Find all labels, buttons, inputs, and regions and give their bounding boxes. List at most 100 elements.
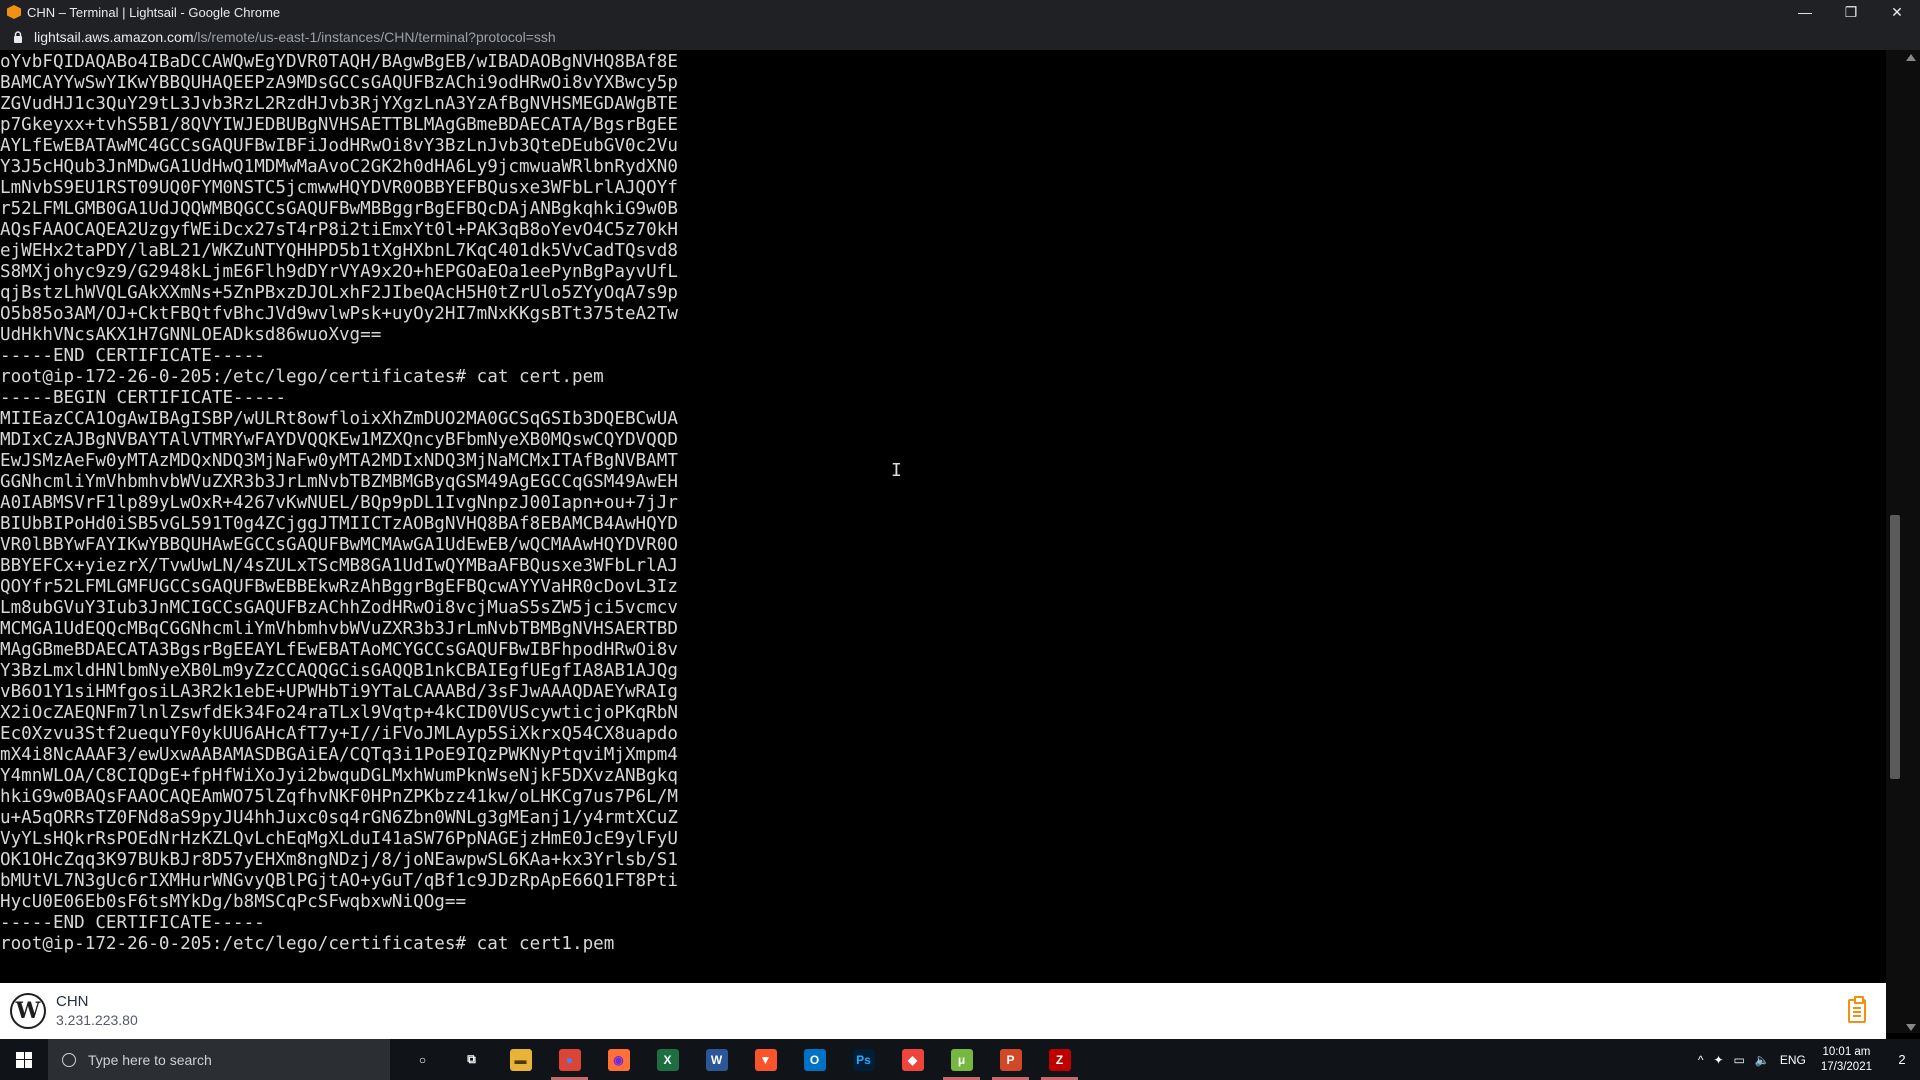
powerpoint-icon: P <box>999 1048 1022 1071</box>
taskbar-app-excel[interactable]: X <box>643 1039 692 1080</box>
terminal-line: hkiG9w0BAQsFAAOCAQEAmWO75lZqfhvNKF0HPnZP… <box>0 787 678 807</box>
terminal-line: BAMCAYYwSwYIKwYBBQUHAQEEPzA9MDsGCCsGAQUF… <box>0 73 678 93</box>
terminal-line: MDIxCzAJBgNVBAYTAlVTMRYwFAYDVQQKEw1MZXQn… <box>0 430 678 450</box>
instance-name: CHN <box>56 993 89 1010</box>
maximize-button[interactable]: ❐ <box>1828 0 1874 24</box>
scrollbar-thumb[interactable] <box>1890 515 1900 779</box>
taskbar: Type here to search ○ ⧉ ▬ ● ◉ X W ▼ O Ps ◆ μ P Z ^ ✦ … <box>0 1039 1920 1080</box>
terminal-line: oYvbFQIDAQABo4IBaDCCAWQwEgYDVR0TAQH/BAgw… <box>0 52 678 72</box>
terminal-line: GGNhcmliYmVhbmhvbWVuZXR3b3JrLmNvbTBZMBMG… <box>0 472 678 492</box>
language-indicator[interactable]: ENG <box>1780 1053 1806 1067</box>
terminal-line: mX4i8NcAAAF3/ewUxwAABAMASDBGAiEA/CQTq3i1… <box>0 745 678 765</box>
volume-icon[interactable]: 🔈 <box>1755 1053 1770 1067</box>
terminal-line: EwJSMzAeFw0yMTAzMDQxNDQ3MjNaFw0yMTA2MDIx… <box>0 451 678 471</box>
notification-count: 2 <box>1898 1052 1906 1067</box>
taskbar-app-brave[interactable]: ▼ <box>741 1039 790 1080</box>
terminal-line: AYLfEwEBATAwMC4GCCsGAQUFBwIBFiJodHRwOi8v… <box>0 136 678 156</box>
excel-icon: X <box>656 1048 679 1071</box>
window-controls: — ❐ ✕ <box>1782 0 1920 24</box>
terminal-line: MCMGA1UdEQQcMBqCGGNhcmliYmVhbmhvbWVuZXR3… <box>0 619 678 639</box>
taskbar-app-anydesk[interactable]: ◆ <box>888 1039 937 1080</box>
filezilla-icon: Z <box>1048 1048 1071 1071</box>
terminal-line: vB6O1Y1siHMfgosiLA3R2k1ebE+UPWHbTi9YTaLC… <box>0 682 678 702</box>
taskbar-app-chrome[interactable]: ● <box>545 1039 594 1080</box>
wordpress-icon: W <box>10 993 46 1029</box>
notifications-button[interactable]: 2 <box>1884 1039 1920 1080</box>
lock-icon <box>14 31 22 43</box>
terminal-line: QOYfr52LFMLGMFUGCCsGAQUFBwEBBEkwRzAhBggr… <box>0 577 678 597</box>
terminal-line: Y3J5cHQub3JnMDwGA1UdHwQ1MDMwMaAvoC2GK2h0… <box>0 157 678 177</box>
clock-date: 17/3/2021 <box>1820 1060 1872 1073</box>
taskbar-app-photoshop[interactable]: Ps <box>839 1039 888 1080</box>
dropbox-icon[interactable]: ✦ <box>1713 1053 1723 1067</box>
terminal-line: -----END CERTIFICATE----- <box>0 913 265 933</box>
terminal-line: bMUtVL7N3gUc6rIXMHurWNGvyQBlPGjtAO+yGuT/… <box>0 871 678 891</box>
taskbar-search[interactable]: Type here to search <box>48 1039 390 1080</box>
firefox-icon: ◉ <box>607 1048 630 1071</box>
terminal-line: X2iOcZAEQNFm7lnlZswfdEk34Fo24raTLxl9Vqtp… <box>0 703 678 723</box>
taskbar-app-firefox[interactable]: ◉ <box>594 1039 643 1080</box>
anydesk-icon: ◆ <box>901 1048 924 1071</box>
terminal-line: ZGVudHJ1c3QuY29tL3Jvb3RzL2RzdHJvb3RjYXgz… <box>0 94 678 114</box>
close-button[interactable]: ✕ <box>1874 0 1920 24</box>
taskbar-app-filezilla[interactable]: Z <box>1035 1039 1084 1080</box>
terminal-line: qjBstzLhWVQLGAkXXmNs+5ZnPBxzDJOLxhF2JIbe… <box>0 283 678 303</box>
window-title: CHN – Terminal | Lightsail - Google Chro… <box>27 4 281 20</box>
taskbar-app-word[interactable]: W <box>692 1039 741 1080</box>
outlook-icon: O <box>803 1048 826 1071</box>
terminal-line: AQsFAAOCAQEA2UzgyfWEiDcx27sT4rP8i2tiEmxY… <box>0 220 678 240</box>
start-button[interactable] <box>0 1039 48 1080</box>
terminal-line: LmNvbS9EU1RST09UQ0FYM0NSTC5jcmwwHQYDVR0O… <box>0 178 678 198</box>
instance-ip: 3.231.223.80 <box>56 1012 138 1028</box>
brave-icon: ▼ <box>754 1048 777 1071</box>
terminal-line: Lm8ubGVuY3Iub3JnMCIGCCsGAQUFBzAChhZodHRw… <box>0 598 678 618</box>
clipboard-icon[interactable] <box>1848 996 1866 1023</box>
terminal-line: u+A5qORRsTZ0FNd8aS9pyJU4hhJuxc0sq4rGN6Zb… <box>0 808 678 828</box>
network-icon[interactable]: ▭ <box>1734 1053 1745 1067</box>
taskbar-app-task-view[interactable]: ⧉ <box>447 1039 496 1080</box>
aws-lightsail-icon <box>7 5 21 19</box>
terminal-line: -----BEGIN CERTIFICATE----- <box>0 388 286 408</box>
task-view-icon: ⧉ <box>467 1052 476 1066</box>
window-titlebar: CHN – Terminal | Lightsail - Google Chro… <box>0 0 1920 24</box>
tray-chevron-icon[interactable]: ^ <box>1698 1053 1704 1067</box>
url-path: /ls/remote/us-east-1/instances/CHN/termi… <box>193 29 556 45</box>
terminal-line: r52LFMLGMB0GA1UdJQQWMBQGCCsGAQUFBwMBBggr… <box>0 199 678 219</box>
search-icon <box>62 1052 76 1067</box>
cortana-icon: ○ <box>418 1052 427 1067</box>
terminal-line: Y3BzLmxldHNlbmNyeXB0Lm9yZzCCAQQGCisGAQQB… <box>0 661 678 681</box>
terminal-line: root@ip-172-26-0-205:/etc/lego/certifica… <box>0 934 615 954</box>
taskbar-app-outlook[interactable]: O <box>790 1039 839 1080</box>
terminal-line: O5b85o3AM/OJ+CktFBQtfvBhcJVd9wvlwPsk+uyO… <box>0 304 678 324</box>
photoshop-icon: Ps <box>852 1048 875 1071</box>
terminal-line: MIIEazCCA1OgAwIBAgISBP/wULRt8owfloixXhZm… <box>0 409 678 429</box>
address-bar[interactable]: lightsail.aws.amazon.com/ls/remote/us-ea… <box>0 24 1920 50</box>
terminal-window[interactable]: oYvbFQIDAQABo4IBaDCCAWQwEgYDVR0TAQH/BAgw… <box>0 50 1886 983</box>
terminal-line: Y4mnWLOA/C8CIQDgE+fpHfWiXoJyi2bwquDGLMxh… <box>0 766 678 786</box>
clock[interactable]: 10:01 am 17/3/2021 <box>1821 1045 1872 1075</box>
taskbar-apps: ○ ⧉ ▬ ● ◉ X W ▼ O Ps ◆ μ P Z <box>398 1039 1084 1080</box>
terminal-line: HycU0E06Eb0sF6tsMYkDg/b8MSCqPcSFwqbxwNiQ… <box>0 892 467 912</box>
scroll-up-arrow-icon[interactable] <box>1906 54 1916 61</box>
utorrent-icon: μ <box>950 1048 973 1071</box>
terminal-line: BIUbBIPoHd0iSB5vGL591T0g4ZCjggJTMIICTzAO… <box>0 514 678 534</box>
word-icon: W <box>705 1048 728 1071</box>
minimize-button[interactable]: — <box>1782 0 1828 24</box>
chrome-icon: ● <box>558 1048 581 1071</box>
taskbar-app-cortana[interactable]: ○ <box>398 1039 447 1080</box>
session-bar: W CHN 3.231.223.80 <box>0 983 1886 1039</box>
terminal-line: ejWEHx2taPDY/laBL21/WKZuNTYQHHPD5b1tXgHX… <box>0 241 678 261</box>
file-explorer-icon: ▬ <box>509 1048 532 1071</box>
terminal-line: BBYEFCx+yiezrX/TvwUwLN/4sZULxTScMB8GA1Ud… <box>0 556 678 576</box>
text-cursor-icon: I <box>891 460 902 481</box>
taskbar-app-powerpoint[interactable]: P <box>986 1039 1035 1080</box>
terminal-line: S8MXjohyc9z9/G2948kLjmE6Flh9dDYrVYA9x2O+… <box>0 262 678 282</box>
taskbar-app-file-explorer[interactable]: ▬ <box>496 1039 545 1080</box>
terminal-line: OK1OHcZqq3K97BUkBJr8D57yEHXm8ngNDzj/8/jo… <box>0 850 678 870</box>
terminal-line: UdHkhVNcsAKX1H7GNNLOEADksd86wuoXvg== <box>0 325 382 345</box>
clock-time: 10:01 am <box>1822 1045 1871 1058</box>
system-tray: ^ ✦ ▭ 🔈 ENG 10:01 am 17/3/2021 2 <box>1693 1039 1920 1080</box>
scroll-down-arrow-icon[interactable] <box>1906 1024 1916 1031</box>
terminal-line: root@ip-172-26-0-205:/etc/lego/certifica… <box>0 367 604 387</box>
taskbar-app-utorrent[interactable]: μ <box>937 1039 986 1080</box>
